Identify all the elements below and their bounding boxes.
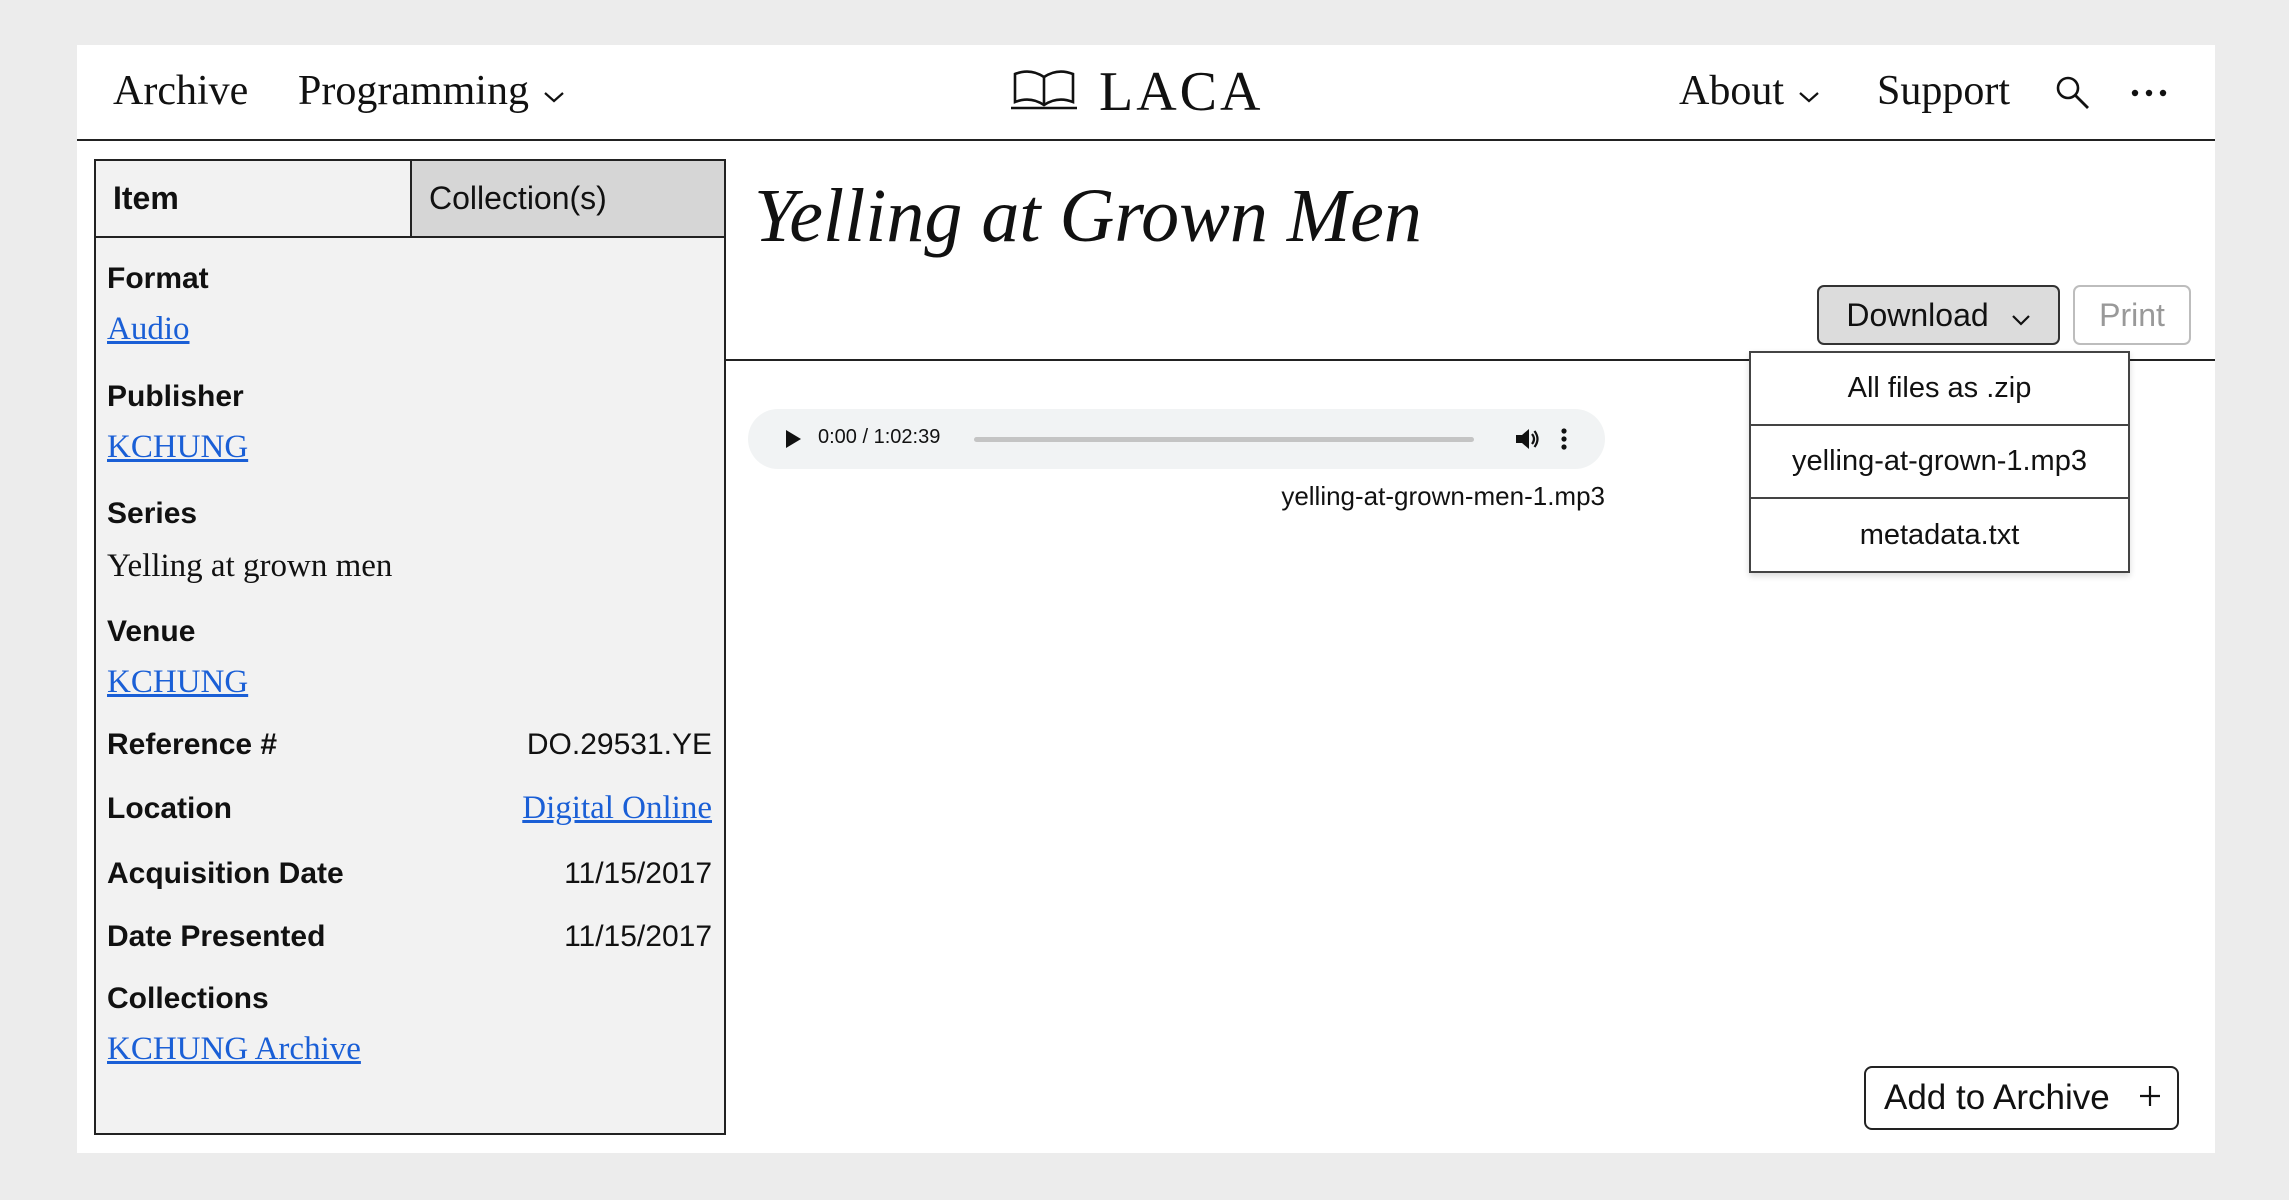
item-details-panel: Item Collection(s) Format Audio Publishe… bbox=[94, 159, 726, 1135]
add-to-archive-label: Add to Archive bbox=[1884, 1078, 2110, 1117]
format-link[interactable]: Audio bbox=[107, 311, 190, 347]
location-label: Location bbox=[107, 792, 232, 825]
search-icon[interactable] bbox=[2051, 71, 2095, 115]
venue-link[interactable]: KCHUNG bbox=[107, 664, 248, 700]
field-collections: Collections KCHUNG Archive bbox=[107, 981, 361, 1068]
nav-support[interactable]: Support bbox=[1877, 65, 2010, 117]
chevron-down-icon bbox=[1798, 67, 1820, 115]
download-menu: All files as .zip yelling-at-grown-1.mp3… bbox=[1749, 351, 2130, 573]
print-button[interactable]: Print bbox=[2073, 285, 2191, 345]
open-book-icon bbox=[1009, 68, 1079, 117]
download-button[interactable]: Download bbox=[1817, 285, 2060, 345]
play-icon[interactable] bbox=[782, 426, 804, 457]
nav-about[interactable]: About bbox=[1679, 65, 1820, 117]
menu-item-mp3[interactable]: yelling-at-grown-1.mp3 bbox=[1751, 426, 2128, 499]
audio-filename: yelling-at-grown-men-1.mp3 bbox=[1281, 481, 1605, 511]
date-presented-label: Date Presented bbox=[107, 920, 326, 953]
field-acquisition-date: Acquisition Date 11/15/2017 bbox=[107, 856, 712, 892]
chevron-down-icon bbox=[2011, 297, 2031, 334]
player-more-icon[interactable] bbox=[1560, 425, 1568, 458]
reference-value: DO.29531.YE bbox=[526, 728, 712, 761]
field-publisher: Publisher KCHUNG bbox=[107, 379, 248, 466]
nav-support-label: Support bbox=[1877, 68, 2011, 114]
reference-label: Reference # bbox=[107, 728, 278, 761]
field-reference: Reference # DO.29531.YE bbox=[107, 727, 712, 763]
chevron-down-icon bbox=[543, 67, 565, 115]
date-presented-value: 11/15/2017 bbox=[564, 920, 712, 953]
panel-tabs: Item Collection(s) bbox=[96, 161, 724, 238]
field-venue: Venue KCHUNG bbox=[107, 614, 248, 701]
tab-collections[interactable]: Collection(s) bbox=[410, 161, 724, 236]
field-format: Format Audio bbox=[107, 261, 209, 348]
audio-player: 0:00 / 1:02:39 bbox=[748, 409, 1605, 469]
menu-item-zip[interactable]: All files as .zip bbox=[1751, 353, 2128, 426]
format-label: Format bbox=[107, 262, 209, 295]
more-icon[interactable] bbox=[2127, 71, 2171, 115]
menu-item-metadata[interactable]: metadata.txt bbox=[1751, 499, 2128, 572]
field-date-presented: Date Presented 11/15/2017 bbox=[107, 919, 712, 955]
acquisition-date-value: 11/15/2017 bbox=[564, 857, 712, 890]
field-location: Location Digital Online bbox=[107, 790, 712, 827]
series-value: Yelling at grown men bbox=[107, 548, 393, 584]
nav-about-label: About bbox=[1679, 68, 1784, 114]
brand-name: LACA bbox=[1099, 61, 1264, 123]
nav-programming[interactable]: Programming bbox=[298, 65, 565, 117]
nav-archive-label: Archive bbox=[113, 68, 249, 114]
page-title: Yelling at Grown Men bbox=[754, 174, 1422, 258]
field-series: Series Yelling at grown men bbox=[107, 496, 392, 586]
publisher-link[interactable]: KCHUNG bbox=[107, 429, 248, 465]
page-frame: Archive Programming LACA About Support I… bbox=[77, 45, 2215, 1153]
volume-icon[interactable] bbox=[1513, 425, 1541, 458]
collections-link[interactable]: KCHUNG Archive bbox=[107, 1031, 361, 1067]
nav-archive[interactable]: Archive bbox=[113, 65, 248, 117]
plus-icon bbox=[2137, 1078, 2163, 1118]
collections-label: Collections bbox=[107, 982, 269, 1015]
acquisition-date-label: Acquisition Date bbox=[107, 857, 344, 890]
brand-logo[interactable]: LACA bbox=[1009, 61, 1264, 123]
series-label: Series bbox=[107, 497, 198, 530]
location-link[interactable]: Digital Online bbox=[522, 790, 712, 827]
playback-time: 0:00 / 1:02:39 bbox=[818, 426, 941, 448]
nav-programming-label: Programming bbox=[298, 68, 529, 114]
top-nav: Archive Programming LACA About Support bbox=[77, 45, 2215, 141]
add-to-archive-button[interactable]: Add to Archive bbox=[1864, 1066, 2179, 1130]
venue-label: Venue bbox=[107, 615, 196, 648]
publisher-label: Publisher bbox=[107, 380, 244, 413]
tab-item[interactable]: Item bbox=[96, 161, 410, 236]
download-button-label: Download bbox=[1846, 296, 1989, 333]
progress-slider[interactable] bbox=[974, 437, 1474, 442]
